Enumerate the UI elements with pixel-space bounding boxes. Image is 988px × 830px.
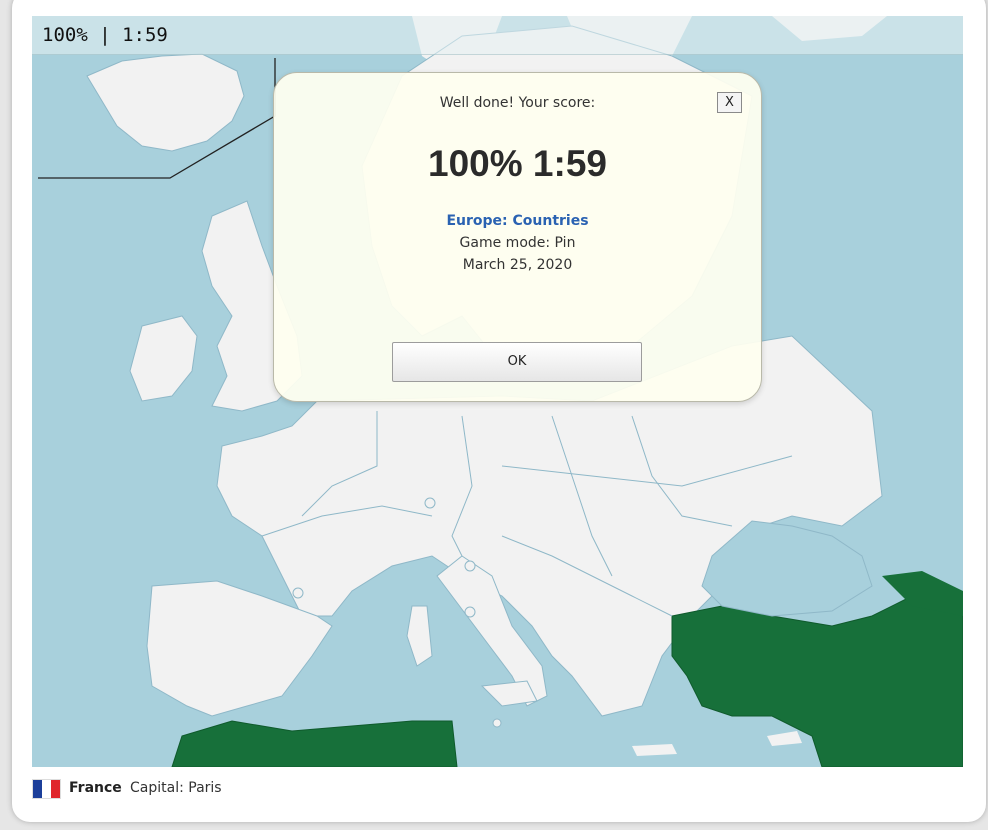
flag-stripe-blue bbox=[33, 780, 42, 798]
microstate-marker[interactable] bbox=[492, 718, 502, 728]
game-date-text: March 25, 2020 bbox=[462, 257, 573, 273]
france-flag-icon bbox=[32, 779, 61, 799]
capital-text: Capital: Paris bbox=[130, 780, 222, 796]
flag-stripe-red bbox=[51, 780, 60, 798]
microstate-marker[interactable] bbox=[464, 606, 476, 618]
score-time-readout: 100% | 1:59 bbox=[42, 24, 168, 46]
final-score: 100% 1:59 bbox=[428, 143, 607, 184]
ok-button[interactable]: OK bbox=[392, 342, 642, 382]
close-button[interactable]: X bbox=[717, 92, 742, 113]
dialog-heading: Well done! Your score: bbox=[439, 95, 596, 111]
microstate-marker[interactable] bbox=[424, 497, 436, 509]
microstate-marker[interactable] bbox=[292, 587, 304, 599]
game-mode-text: Game mode: Pin bbox=[459, 235, 576, 251]
quiz-title-link[interactable]: Europe: Countries bbox=[274, 213, 761, 229]
microstate-marker[interactable] bbox=[464, 560, 476, 572]
score-dialog: Well done! Your score: X 100% 1:59 Europ… bbox=[273, 72, 762, 402]
island-crete[interactable] bbox=[632, 744, 677, 756]
country-name: France bbox=[69, 780, 122, 796]
status-bar: 100% | 1:59 bbox=[32, 16, 963, 55]
flag-stripe-white bbox=[42, 780, 51, 798]
